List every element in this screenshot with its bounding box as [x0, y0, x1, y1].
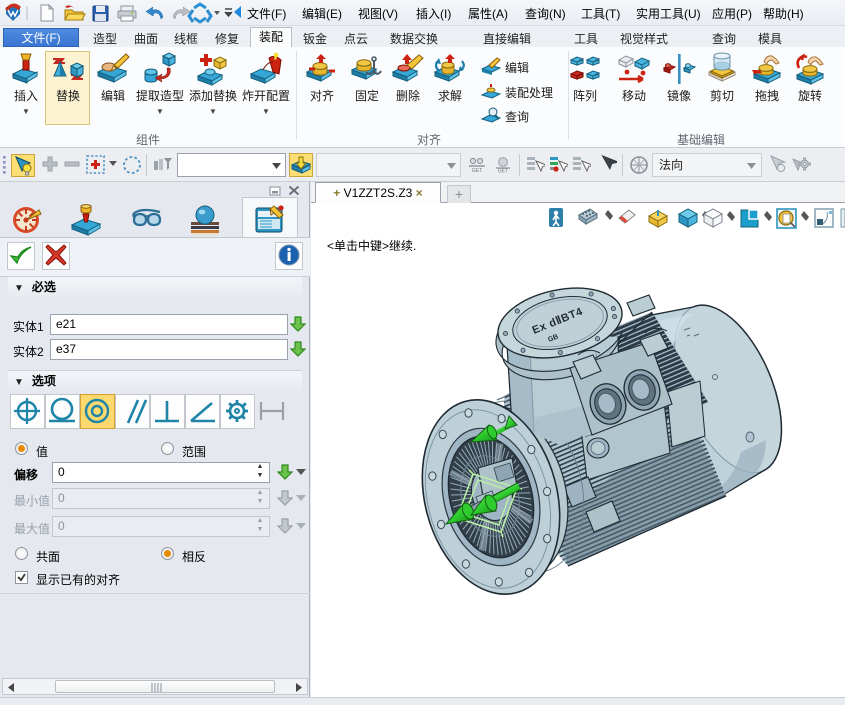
svg-text:GET: GET: [472, 168, 482, 173]
svg-text:GET: GET: [498, 169, 508, 174]
